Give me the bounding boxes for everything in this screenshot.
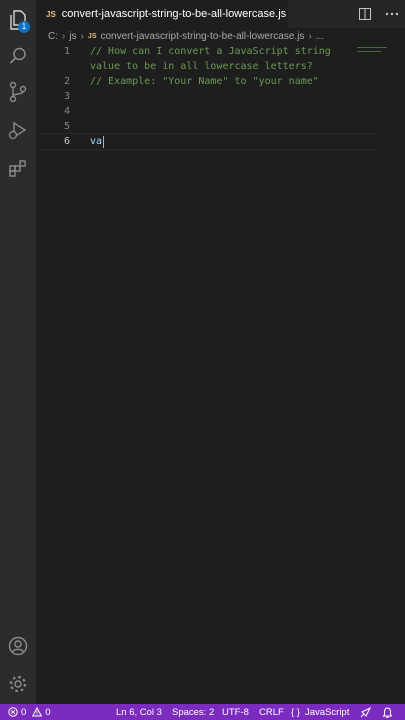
source-control-icon — [9, 81, 27, 103]
code-line: 4 — [36, 104, 376, 119]
code-line: 1 // How can I convert a JavaScript stri… — [36, 44, 376, 59]
tab-bar: JS convert-javascript-string-to-be-all-l… — [36, 0, 405, 28]
line-number: 5 — [63, 121, 70, 132]
language-mode[interactable]: { } JavaScript — [291, 707, 349, 718]
status-bar: 0 0 Ln 6, Col 3 Spaces: 2 UTF-8 CRLF { }… — [0, 704, 405, 720]
breadcrumb-more[interactable]: ... — [316, 31, 324, 42]
language-label: JavaScript — [305, 706, 350, 718]
javascript-file-icon: JS — [46, 9, 56, 19]
activity-bar: 1 — [0, 0, 36, 704]
breadcrumb: C: › js › JS convert-javascript-string-t… — [36, 28, 405, 44]
code-line: 5 — [36, 119, 376, 134]
chevron-right-icon: › — [80, 30, 84, 42]
problems-indicator[interactable]: 0 0 — [8, 707, 51, 718]
braces-icon: { } — [291, 706, 300, 718]
extensions-icon — [9, 160, 26, 177]
run-debug-icon — [8, 121, 27, 140]
breadcrumb-drive[interactable]: C: — [48, 31, 58, 42]
code-text: // How can I convert a JavaScript string — [90, 46, 331, 57]
more-actions-icon[interactable] — [385, 8, 399, 20]
notifications-icon[interactable] — [382, 706, 393, 718]
breadcrumb-file[interactable]: convert-javascript-string-to-be-all-lowe… — [100, 31, 304, 42]
split-editor-icon[interactable] — [359, 8, 371, 20]
error-count: 0 — [21, 706, 27, 718]
line-number: 2 — [63, 76, 70, 87]
encoding-setting[interactable]: UTF-8 — [222, 707, 249, 718]
line-ending-setting[interactable]: CRLF — [259, 707, 284, 718]
line-number: 6 — [63, 136, 70, 147]
indentation-setting[interactable]: Spaces: 2 — [172, 707, 214, 718]
code-line: 3 — [36, 89, 376, 104]
search-icon — [9, 47, 26, 64]
chevron-right-icon: › — [62, 30, 66, 42]
run-debug-button[interactable] — [0, 112, 36, 148]
editor-tab[interactable]: JS convert-javascript-string-to-be-all-l… — [36, 0, 288, 28]
explorer-button[interactable]: 1 — [0, 2, 36, 38]
chevron-right-icon: › — [308, 30, 312, 42]
current-code-line: 6 va — [36, 133, 376, 150]
tab-label: convert-javascript-string-to-be-all-lowe… — [61, 8, 287, 20]
warning-count: 0 — [45, 706, 51, 718]
error-icon — [8, 707, 18, 717]
code-line: value to be in all lowercase letters? — [36, 59, 376, 74]
source-control-button[interactable] — [0, 74, 36, 110]
explorer-badge: 1 — [18, 21, 30, 33]
breadcrumb-folder[interactable]: js — [69, 31, 76, 42]
search-button[interactable] — [0, 38, 36, 74]
code-editor[interactable]: 1 // How can I convert a JavaScript stri… — [36, 44, 405, 704]
accounts-button[interactable] — [0, 628, 36, 664]
gear-icon — [9, 675, 27, 693]
account-icon — [8, 636, 28, 656]
warning-icon — [32, 707, 43, 717]
code-text: va — [90, 136, 103, 147]
cursor-position[interactable]: Ln 6, Col 3 — [116, 707, 162, 718]
code-text: value to be in all lowercase letters? — [90, 61, 313, 72]
extensions-button[interactable] — [0, 150, 36, 186]
feedback-icon[interactable] — [360, 706, 371, 718]
editor-actions — [359, 0, 399, 28]
javascript-file-icon: JS — [87, 32, 97, 40]
code-line: 2 // Example: "Your Name" to "your name" — [36, 74, 376, 89]
line-number: 4 — [63, 106, 70, 117]
manage-button[interactable] — [0, 666, 36, 702]
line-number: 3 — [63, 91, 70, 102]
line-number: 1 — [63, 46, 70, 57]
code-text: // Example: "Your Name" to "your name" — [90, 76, 319, 87]
text-cursor — [103, 135, 105, 148]
